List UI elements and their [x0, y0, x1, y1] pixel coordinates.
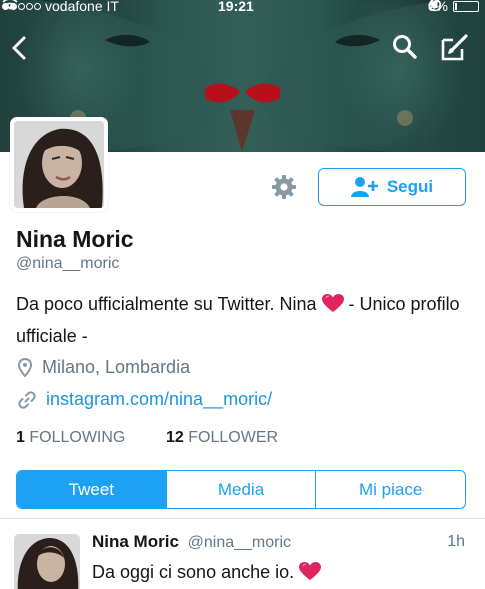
heart-emoji-icon: [299, 562, 322, 586]
search-icon: [393, 35, 417, 59]
following-count: 1: [16, 429, 25, 446]
bio-text: Da poco ufficialmente su Twitter. Nina: [16, 294, 317, 314]
follower-label: FOLLOWER: [188, 429, 279, 446]
tweet-header: Nina Moric @nina__moric: [92, 532, 291, 552]
link-icon: [18, 390, 36, 409]
tweet-author-handle: @nina__moric: [187, 534, 292, 551]
add-user-icon: [350, 177, 378, 197]
follower-stat[interactable]: 12 FOLLOWER: [166, 429, 278, 447]
profile-website[interactable]: instagram.com/nina__moric/: [18, 389, 272, 410]
profile-tabs: Tweet Media Mi piace: [16, 470, 466, 509]
location-pin-icon: [18, 358, 32, 377]
follow-button[interactable]: Segui: [318, 168, 466, 206]
status-time: 19:21: [218, 0, 254, 14]
charging-icon: [427, 0, 436, 10]
carrier-label: vodafone IT: [45, 0, 119, 14]
follow-button-label: Segui: [386, 177, 434, 196]
following-label: FOLLOWING: [29, 429, 126, 446]
profile-name: Nina Moric: [16, 226, 134, 252]
divider: [0, 518, 485, 519]
avatar-photo: [14, 121, 104, 208]
gear-icon: [272, 175, 296, 199]
tweet-avatar-photo: [14, 534, 80, 589]
tab-tweet[interactable]: Tweet: [17, 471, 166, 508]
battery-icon: [453, 0, 479, 12]
status-bar: vodafone IT 19:21 6%: [0, 0, 485, 16]
tab-media[interactable]: Media: [165, 471, 316, 508]
website-link[interactable]: instagram.com/nina__moric/: [46, 389, 272, 410]
tweet-author-name[interactable]: Nina Moric: [92, 532, 179, 551]
profile-bio: Da poco ufficialmente su Twitter. Nina -…: [16, 290, 476, 351]
profile-avatar[interactable]: [10, 117, 108, 212]
follower-count: 12: [166, 429, 184, 446]
tweet-text: Da oggi ci sono anche io.: [92, 562, 322, 586]
settings-button[interactable]: [271, 174, 297, 200]
profile-location: Milano, Lombardia: [18, 357, 190, 378]
tab-likes[interactable]: Mi piace: [315, 471, 465, 508]
following-stat[interactable]: 1 FOLLOWING: [16, 429, 125, 447]
wifi-icon: [2, 0, 18, 10]
profile-handle: @nina__moric: [16, 255, 120, 272]
chevron-left-icon: [12, 36, 26, 60]
tweet-body: Da oggi ci sono anche io.: [92, 562, 300, 582]
location-text: Milano, Lombardia: [42, 357, 191, 377]
tweet-avatar[interactable]: [14, 534, 80, 589]
heart-emoji-icon: [321, 293, 344, 322]
tweet-timestamp: 1h: [447, 533, 465, 550]
compose-icon: [441, 34, 468, 61]
